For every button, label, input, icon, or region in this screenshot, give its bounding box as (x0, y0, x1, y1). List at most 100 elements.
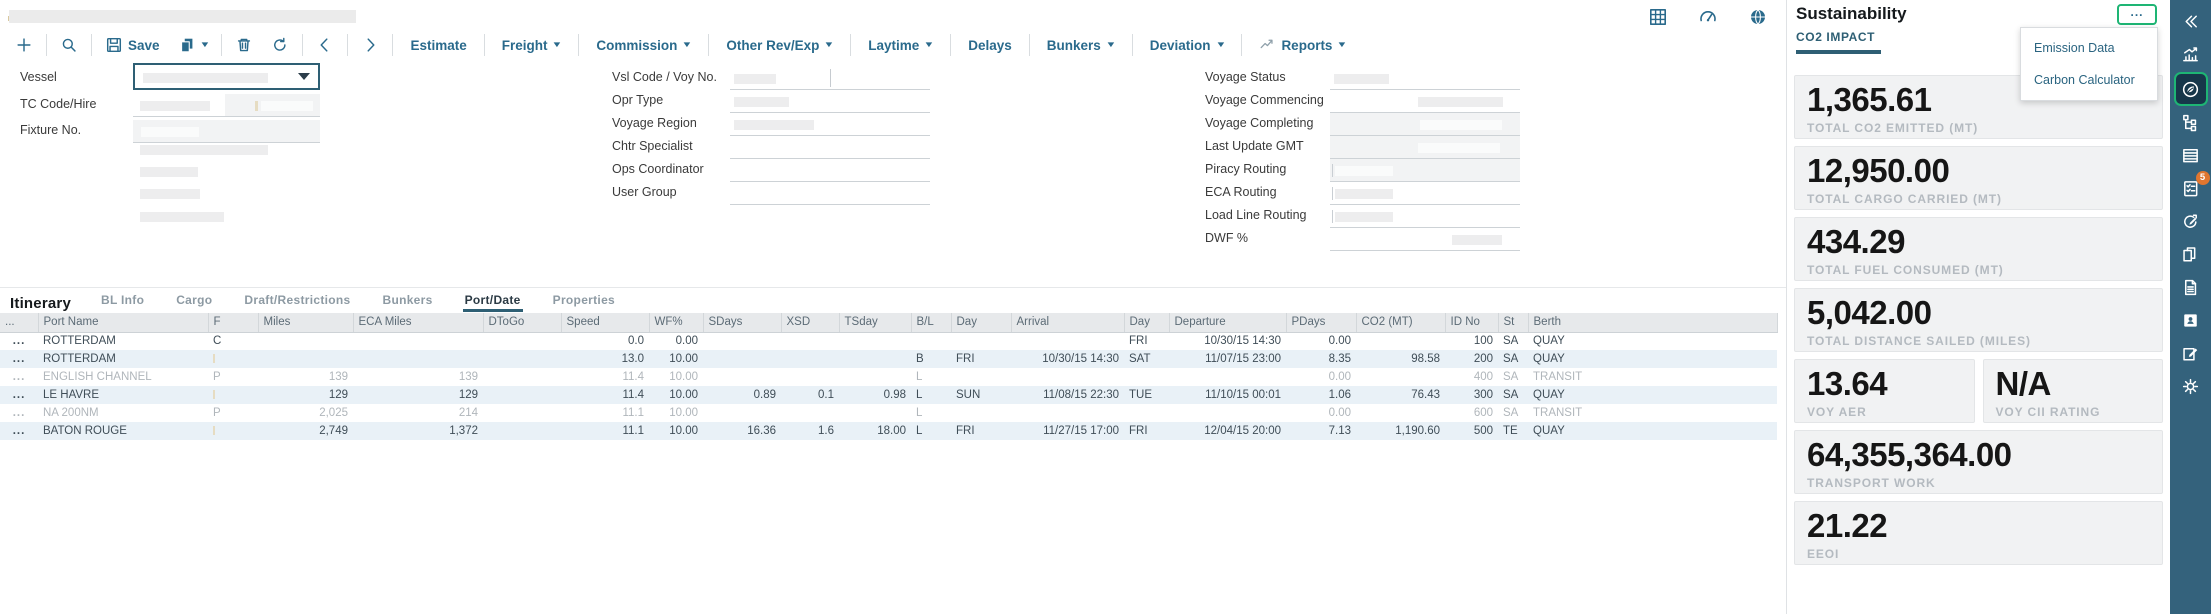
column-header[interactable]: Port Name (38, 313, 208, 332)
copy-pages-icon[interactable] (2174, 239, 2208, 269)
column-header[interactable]: WF% (649, 313, 703, 332)
column-header[interactable]: DToGo (483, 313, 561, 332)
row-menu-button[interactable]: ... (0, 332, 38, 350)
tab-cargo[interactable]: Cargo (174, 293, 214, 312)
column-header[interactable]: St (1498, 313, 1528, 332)
collapse-panel-icon[interactable] (2174, 6, 2208, 36)
cell (781, 332, 839, 350)
cell (911, 332, 951, 350)
last-update-gmt-field[interactable] (1330, 136, 1520, 159)
vessel-combobox[interactable] (133, 63, 320, 90)
voyage-commencing-field[interactable] (1330, 90, 1520, 113)
itinerary-row[interactable]: ...NA 200NMP2,02521411.110.00L0.00600SAT… (0, 404, 1777, 422)
cell: 129 (258, 386, 353, 404)
tab-bl-info[interactable]: BL Info (99, 293, 146, 312)
tab-draft-restrictions[interactable]: Draft/Restrictions (242, 293, 352, 312)
row-menu-button[interactable]: ... (0, 386, 38, 404)
column-header[interactable]: TSday (839, 313, 911, 332)
column-header[interactable]: PDays (1286, 313, 1356, 332)
column-header[interactable]: Miles (258, 313, 353, 332)
cell: 11.1 (561, 404, 649, 422)
redaction-tick (255, 101, 258, 111)
document-icon[interactable] (2174, 272, 2208, 302)
opr-type-field[interactable] (730, 90, 930, 113)
metric-value: N/A (1996, 367, 2151, 402)
column-header[interactable]: Arrival (1011, 313, 1124, 332)
column-header[interactable]: Departure (1169, 313, 1286, 332)
row-menu-button[interactable]: ... (0, 422, 38, 440)
voyage-status-field[interactable] (1330, 67, 1520, 90)
cell (483, 368, 561, 386)
more-options-button[interactable]: ... (2117, 4, 2157, 25)
column-header[interactable]: ID No (1445, 313, 1498, 332)
load-line-routing-field[interactable] (1330, 205, 1520, 228)
edit-note-icon[interactable] (2174, 338, 2208, 368)
column-header[interactable]: SDays (703, 313, 781, 332)
cell: ROTTERDAM (38, 350, 208, 368)
cell: 12/04/15 20:00 (1169, 422, 1286, 440)
user-group-field[interactable] (730, 182, 930, 205)
tab-properties[interactable]: Properties (551, 293, 617, 312)
metric-tile: 13.64 VOY AER (1794, 359, 1975, 423)
tab-co2-impact[interactable]: CO2 IMPACT (1796, 30, 1881, 54)
sustainability-icon[interactable] (2174, 72, 2208, 106)
column-header[interactable]: Day (951, 313, 1011, 332)
column-header[interactable]: F (208, 313, 258, 332)
column-header[interactable]: XSD (781, 313, 839, 332)
itinerary-row[interactable]: ...BATON ROUGE2,7491,37211.110.0016.361.… (0, 422, 1777, 440)
column-header[interactable]: CO2 (MT) (1356, 313, 1445, 332)
field-label: DWF % (1205, 227, 1248, 250)
voyage-region-field[interactable] (730, 113, 930, 136)
itinerary-row[interactable]: ...ENGLISH CHANNELP13913911.410.00L0.004… (0, 368, 1777, 386)
row-menu-button[interactable]: ... (0, 368, 38, 386)
column-header[interactable]: ... (0, 313, 38, 332)
cell: 7.13 (1286, 422, 1356, 440)
tc-hire-field[interactable] (225, 94, 320, 117)
tasks-icon[interactable]: 5 (2174, 173, 2208, 203)
itinerary-row[interactable]: ...ROTTERDAM13.010.00BFRI10/30/15 14:30S… (0, 350, 1777, 368)
eca-routing-field[interactable] (1330, 182, 1520, 205)
field-label: ECA Routing (1205, 181, 1277, 204)
cell: SUN (951, 386, 1011, 404)
right-icon-rail: 5 (2170, 0, 2211, 614)
column-header[interactable]: ECA Miles (353, 313, 483, 332)
cell: 11.4 (561, 368, 649, 386)
analytics-icon[interactable] (2174, 39, 2208, 69)
cell: 0.00 (649, 332, 703, 350)
hierarchy-icon[interactable] (2174, 107, 2208, 137)
dwf-pct-field[interactable] (1330, 228, 1520, 251)
cell (839, 350, 911, 368)
cell: LE HAVRE (38, 386, 208, 404)
cell: QUAY (1528, 350, 1777, 368)
column-header[interactable]: Speed (561, 313, 649, 332)
target-edit-icon[interactable] (2174, 206, 2208, 236)
metric-tile: 12,950.00 TOTAL CARGO CARRIED (MT) (1794, 146, 2163, 210)
voy-no-field[interactable] (830, 67, 930, 90)
chtr-specialist-field[interactable] (730, 136, 930, 159)
settings-icon[interactable] (2174, 371, 2208, 401)
column-header[interactable]: Berth (1528, 313, 1777, 332)
fixture-no-field[interactable] (133, 120, 320, 143)
piracy-routing-field[interactable] (1330, 159, 1520, 182)
voyage-completing-field[interactable] (1330, 113, 1520, 136)
contact-card-icon[interactable] (2174, 305, 2208, 335)
ops-coordinator-field[interactable] (730, 159, 930, 182)
table-icon[interactable] (2174, 140, 2208, 170)
itinerary-row[interactable]: ...ROTTERDAMC0.00.00FRI10/30/15 14:300.0… (0, 332, 1777, 350)
vsl-code-field[interactable] (730, 67, 830, 90)
column-header[interactable]: B/L (911, 313, 951, 332)
more-options-menu: Emission DataCarbon Calculator (2020, 27, 2158, 101)
field-label: Piracy Routing (1205, 158, 1286, 181)
menu-item-emission-data[interactable]: Emission Data (2021, 32, 2157, 64)
row-menu-button[interactable]: ... (0, 404, 38, 422)
tab-port-date[interactable]: Port/Date (463, 293, 523, 312)
tab-bunkers[interactable]: Bunkers (380, 293, 434, 312)
cell: FRI (1124, 422, 1169, 440)
cell (208, 350, 258, 368)
itinerary-row[interactable]: ...LE HAVRE12912911.410.000.890.10.98LSU… (0, 386, 1777, 404)
column-header[interactable]: Day (1124, 313, 1169, 332)
cell: 0.00 (1286, 332, 1356, 350)
row-menu-button[interactable]: ... (0, 350, 38, 368)
menu-item-carbon-calculator[interactable]: Carbon Calculator (2021, 64, 2157, 96)
tc-code-field[interactable] (133, 94, 225, 117)
